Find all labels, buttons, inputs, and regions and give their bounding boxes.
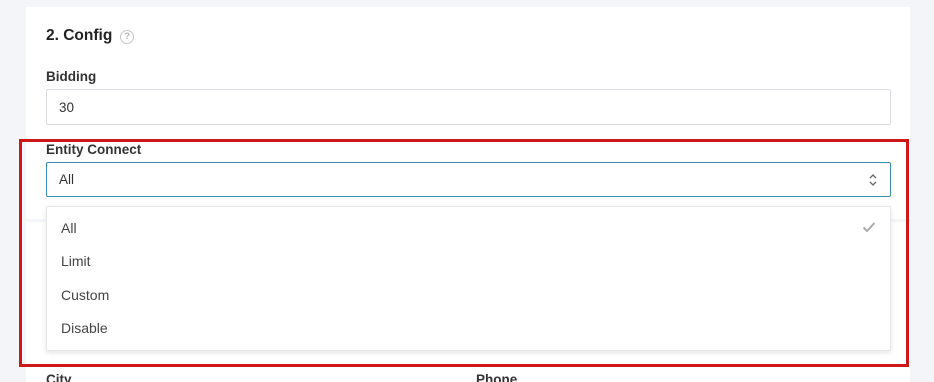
entity-connect-select[interactable]: All <box>46 162 891 197</box>
city-label: City <box>46 372 72 382</box>
check-icon <box>862 222 876 233</box>
sort-arrows-icon <box>869 174 877 186</box>
section-title-text: 2. Config <box>46 27 113 44</box>
question-circle-icon[interactable]: ? <box>120 29 135 44</box>
dropdown-option-all[interactable]: All <box>47 211 890 245</box>
phone-label: Phone <box>476 372 518 382</box>
entity-connect-label: Entity Connect <box>46 142 142 157</box>
option-label: Disable <box>61 320 108 337</box>
option-label: All <box>61 219 77 236</box>
dropdown-option-limit[interactable]: Limit <box>47 245 890 279</box>
bidding-input[interactable]: 30 <box>46 89 891 125</box>
bidding-value: 30 <box>59 99 75 115</box>
entity-connect-dropdown: All Limit Custom Disable <box>46 206 891 351</box>
dropdown-option-custom[interactable]: Custom <box>47 278 890 312</box>
entity-connect-selected-value: All <box>59 172 75 187</box>
bidding-label: Bidding <box>46 69 97 84</box>
option-label: Custom <box>61 286 110 303</box>
option-label: Limit <box>61 253 91 270</box>
section-title: 2. Config ? <box>46 27 135 45</box>
dropdown-option-disable[interactable]: Disable <box>47 312 890 346</box>
